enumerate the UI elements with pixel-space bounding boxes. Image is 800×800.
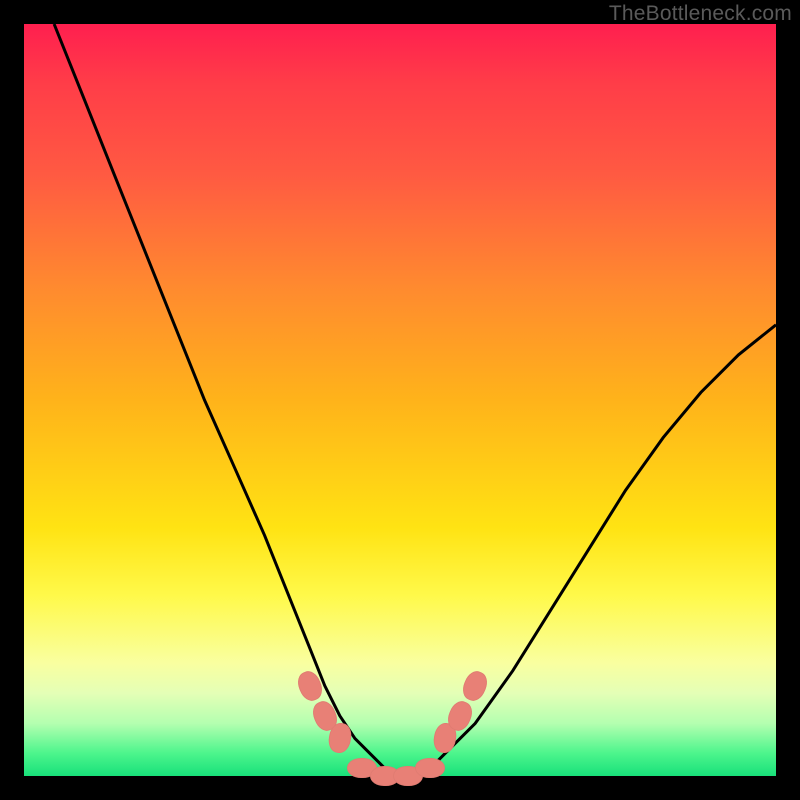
curve-point[interactable] [415, 758, 445, 778]
chart-frame: TheBottleneck.com [0, 0, 800, 800]
plot-area [24, 24, 776, 776]
watermark-label: TheBottleneck.com [609, 2, 792, 26]
bottleneck-curve [24, 24, 776, 776]
